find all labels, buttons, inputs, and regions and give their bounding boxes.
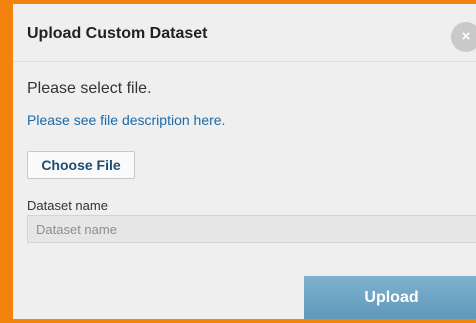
dialog-header: Upload Custom Dataset × [13,4,476,62]
dataset-name-label: Dataset name [27,198,108,213]
select-file-prompt: Please select file. [27,80,152,97]
highlight-frame: Upload Custom Dataset × Please select fi… [0,0,476,323]
upload-button[interactable]: Upload [304,276,476,319]
upload-dataset-dialog: Upload Custom Dataset × Please select fi… [13,4,476,319]
close-icon[interactable]: × [451,22,476,52]
dialog-title: Upload Custom Dataset [27,25,208,42]
file-description-link[interactable]: Please see file description here. [27,112,225,128]
dataset-name-input[interactable] [27,215,476,243]
choose-file-button[interactable]: Choose File [27,151,135,179]
